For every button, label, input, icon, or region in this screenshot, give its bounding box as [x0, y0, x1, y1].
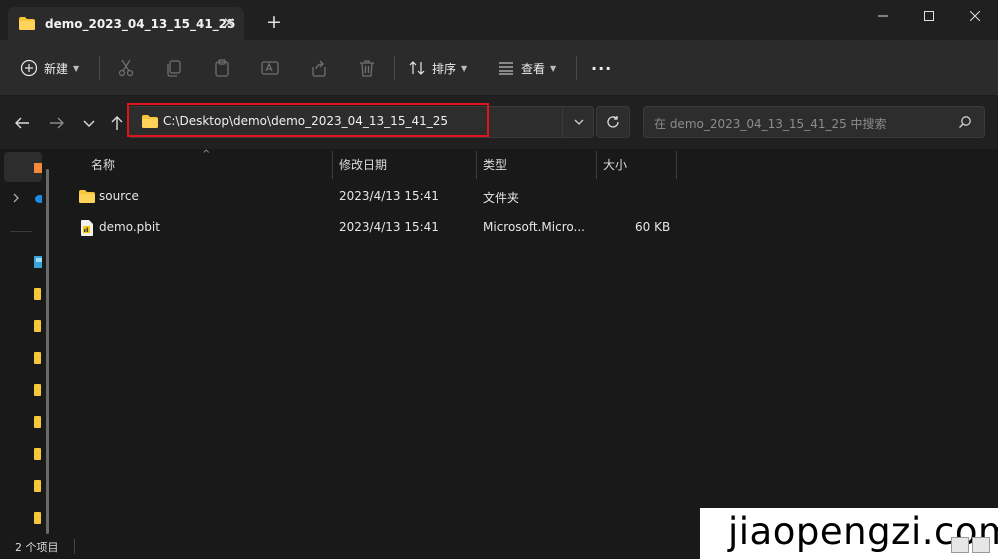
column-divider[interactable]: [332, 151, 333, 179]
folder-icon[interactable]: [34, 512, 41, 524]
folder-icon[interactable]: [34, 384, 41, 396]
forward-arrow-icon[interactable]: [48, 114, 66, 132]
new-label: 新建: [44, 61, 69, 76]
address-highlight-box: [127, 103, 489, 137]
rename-icon[interactable]: [260, 58, 280, 78]
folder-icon[interactable]: [34, 320, 41, 332]
up-arrow-icon[interactable]: [108, 114, 126, 132]
file-type: 文件夹: [483, 191, 520, 205]
tiles-view-icon[interactable]: [972, 537, 990, 553]
folder-icon: [79, 190, 95, 203]
refresh-button[interactable]: [596, 106, 630, 138]
file-name: demo.pbit: [99, 220, 160, 234]
more-options-button[interactable]: ···: [591, 54, 612, 82]
close-icon: [970, 11, 980, 21]
folder-icon: [19, 17, 35, 30]
paste-icon[interactable]: [212, 58, 232, 78]
share-icon[interactable]: [309, 58, 329, 78]
column-divider[interactable]: [596, 151, 597, 179]
cut-icon[interactable]: [116, 58, 136, 78]
address-dropdown-button[interactable]: [562, 106, 594, 138]
folder-icon[interactable]: [34, 352, 41, 364]
details-view-icon[interactable]: [951, 537, 969, 553]
new-button[interactable]: 新建 ▼: [20, 54, 79, 82]
tab-active[interactable]: demo_2023_04_13_15_41_25 ✕: [8, 7, 244, 40]
copy-icon[interactable]: [164, 58, 184, 78]
view-list-icon: [499, 62, 513, 75]
column-divider[interactable]: [476, 151, 477, 179]
file-modified: 2023/4/13 15:41: [339, 189, 439, 203]
divider: [10, 231, 32, 232]
cloud-icon: [35, 195, 42, 203]
column-header-modified[interactable]: 修改日期: [339, 149, 387, 179]
column-header-type[interactable]: 类型: [483, 149, 507, 179]
column-header-name[interactable]: 名称: [91, 149, 115, 179]
view-toggle-group: [951, 537, 990, 553]
divider: [99, 56, 100, 80]
minimize-icon: [878, 15, 888, 17]
file-size: 60 KB: [635, 220, 671, 234]
sort-icon: [409, 61, 425, 75]
tab-title: demo_2023_04_13_15_41_25: [45, 16, 236, 31]
sort-button[interactable]: 排序 ▼: [408, 54, 467, 82]
file-modified: 2023/4/13 15:41: [339, 220, 439, 234]
pbit-file-icon: [81, 220, 93, 236]
home-icon: [34, 163, 42, 173]
search-input[interactable]: 在 demo_2023_04_13_15_41_25 中搜索: [643, 106, 985, 138]
chevron-down-icon: ▼: [550, 63, 557, 73]
sort-label: 排序: [432, 61, 457, 76]
list-item[interactable]: source 2023/4/13 15:41 文件夹: [72, 182, 682, 212]
refresh-icon: [607, 116, 619, 128]
sort-ascending-icon: ^: [202, 149, 211, 160]
add-circle-icon: [20, 59, 38, 77]
maximize-button[interactable]: [906, 0, 952, 32]
back-arrow-icon[interactable]: [13, 114, 31, 132]
recent-locations-chevron-icon[interactable]: [80, 114, 98, 132]
chevron-right-icon[interactable]: [12, 193, 20, 203]
folder-icon[interactable]: [34, 288, 41, 300]
maximize-icon: [924, 11, 934, 21]
navigation-pane: [0, 149, 62, 534]
folder-icon[interactable]: [34, 416, 41, 428]
divider: [74, 539, 75, 554]
search-placeholder: 在 demo_2023_04_13_15_41_25 中搜索: [654, 117, 887, 131]
divider: [576, 56, 577, 80]
new-tab-button[interactable]: +: [265, 13, 283, 32]
view-label: 查看: [521, 61, 546, 76]
view-button[interactable]: 查看 ▼: [497, 54, 556, 82]
title-bar: demo_2023_04_13_15_41_25 ✕ +: [0, 0, 998, 40]
list-item[interactable]: demo.pbit 2023/4/13 15:41 Microsoft.Micr…: [72, 213, 682, 243]
close-window-button[interactable]: [952, 0, 998, 32]
file-type: Microsoft.Micro...: [483, 220, 585, 234]
chevron-down-icon: [574, 119, 583, 125]
file-list: ^ 名称 修改日期 类型 大小 source 2023/4/13 15:41 文…: [62, 149, 998, 534]
address-row: C:\Desktop\demo\demo_2023_04_13_15_41_25…: [0, 96, 998, 149]
folder-icon[interactable]: [34, 480, 41, 492]
minimize-button[interactable]: [860, 0, 906, 32]
chevron-down-icon: ▼: [461, 63, 468, 73]
divider: [394, 56, 395, 80]
column-header-size[interactable]: 大小: [603, 149, 627, 179]
folder-icon[interactable]: [34, 448, 41, 460]
search-icon: [959, 116, 971, 128]
delete-icon[interactable]: [357, 58, 377, 78]
column-divider[interactable]: [676, 151, 677, 179]
desktop-icon[interactable]: [34, 256, 42, 268]
item-count: 2 个项目: [15, 541, 59, 554]
chevron-down-icon: ▼: [73, 63, 80, 73]
nav-pane-scrollbar[interactable]: [46, 169, 49, 534]
command-bar: 新建 ▼ 排序 ▼ 查看 ▼ ···: [0, 40, 998, 96]
tab-close-button[interactable]: ✕: [220, 14, 238, 32]
file-name: source: [99, 189, 139, 203]
